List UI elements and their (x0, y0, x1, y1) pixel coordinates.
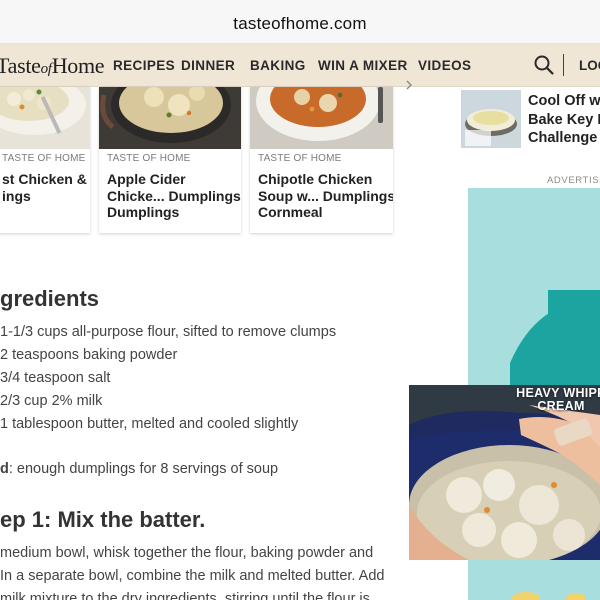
site-logo[interactable]: TasteofHome (0, 53, 105, 79)
rail-title-line: Cool Off wi (528, 93, 600, 109)
step-text-line: medium bowl, whisk together the flour, b… (0, 545, 374, 561)
related-card[interactable]: TASTE OF HOME Apple Cider Chicke... Dump… (99, 87, 241, 233)
card-image (0, 87, 90, 149)
yield-label: d (0, 461, 9, 477)
nav-item-win-a-mixer[interactable]: WIN A MIXER (318, 58, 408, 73)
video-caption: HEAVY WHIPP CREAM (501, 387, 600, 413)
browser-address-bar[interactable]: tasteofhome.com (0, 0, 600, 44)
nav-item-videos[interactable]: VIDEOS (418, 58, 471, 73)
ingredient-item: 3/4 teaspoon salt (0, 370, 111, 386)
login-link[interactable]: LOG (579, 58, 600, 73)
card-title-line: Cornmeal (258, 204, 323, 220)
card-title: Apple Cider Chicke... Dumplings Dumpling… (107, 171, 241, 221)
nav-item-dinner[interactable]: DINNER (181, 58, 235, 73)
card-source: TASTE OF HOME (2, 153, 86, 164)
card-source: TASTE OF HOME (258, 153, 342, 164)
card-title-line: ings (2, 187, 31, 204)
rail-title-line: Bake Key L (528, 111, 600, 128)
nav-divider (563, 54, 564, 76)
nav-item-baking[interactable]: BAKING (250, 58, 306, 73)
related-card[interactable]: TASTE OF HOME Chipotle Chicken Soup w...… (250, 87, 393, 233)
yield-line: d: enough dumplings for 8 servings of so… (0, 461, 278, 477)
ingredient-item: 1-1/3 cups all-purpose flour, sifted to … (0, 324, 337, 340)
card-title: st Chicken & ings (2, 171, 87, 204)
url-text[interactable]: tasteofhome.com (0, 14, 600, 34)
logo-text-taste: Taste (0, 53, 41, 78)
yield-text: : enough dumplings for 8 servings of sou… (8, 461, 279, 477)
card-title-line: st Chicken & (2, 171, 87, 187)
site-nav: TasteofHome RECIPES DINNER BAKING WIN A … (0, 44, 600, 87)
card-title-line: Dumplings (107, 204, 180, 220)
nav-item-recipes[interactable]: RECIPES (113, 58, 175, 73)
rail-title-line: Challenge (528, 130, 598, 146)
card-image (250, 87, 393, 149)
ingredient-item: 1 tablespoon butter, melted and cooled s… (0, 416, 299, 432)
card-image (99, 87, 241, 149)
card-source: TASTE OF HOME (107, 153, 191, 164)
video-player[interactable]: HEAVY WHIPP CREAM (409, 385, 600, 560)
step-text-line: milk mixture to the dry ingredients, sti… (0, 591, 370, 600)
rail-link-title[interactable]: Cool Off wi Bake Key L Challenge (528, 92, 600, 148)
card-title-line: Apple Cider (107, 171, 186, 187)
rail-thumbnail[interactable] (461, 90, 521, 148)
video-caption-line: CREAM (537, 399, 585, 413)
card-title-line: Soup w... Dumplings (258, 187, 393, 204)
ingredient-item: 2 teaspoons baking powder (0, 347, 178, 363)
search-icon[interactable] (533, 54, 555, 76)
card-title-line: Chicke... Dumplings (107, 187, 241, 204)
logo-text-of: of (40, 61, 52, 77)
related-card[interactable]: TASTE OF HOME st Chicken & ings (0, 87, 90, 233)
ingredients-heading: gredients (0, 286, 100, 311)
card-title-line: Chipotle Chicken (258, 171, 373, 187)
step-text-line: In a separate bowl, combine the milk and… (0, 568, 385, 584)
step-heading: ep 1: Mix the batter. (0, 507, 206, 532)
advertisement-label: ADVERTISEM (547, 175, 600, 186)
logo-text-home: Home (51, 53, 105, 78)
ingredient-item: 2/3 cup 2% milk (0, 393, 103, 409)
card-title: Chipotle Chicken Soup w... Dumplings Cor… (258, 171, 393, 221)
chevron-right-icon (406, 80, 412, 90)
